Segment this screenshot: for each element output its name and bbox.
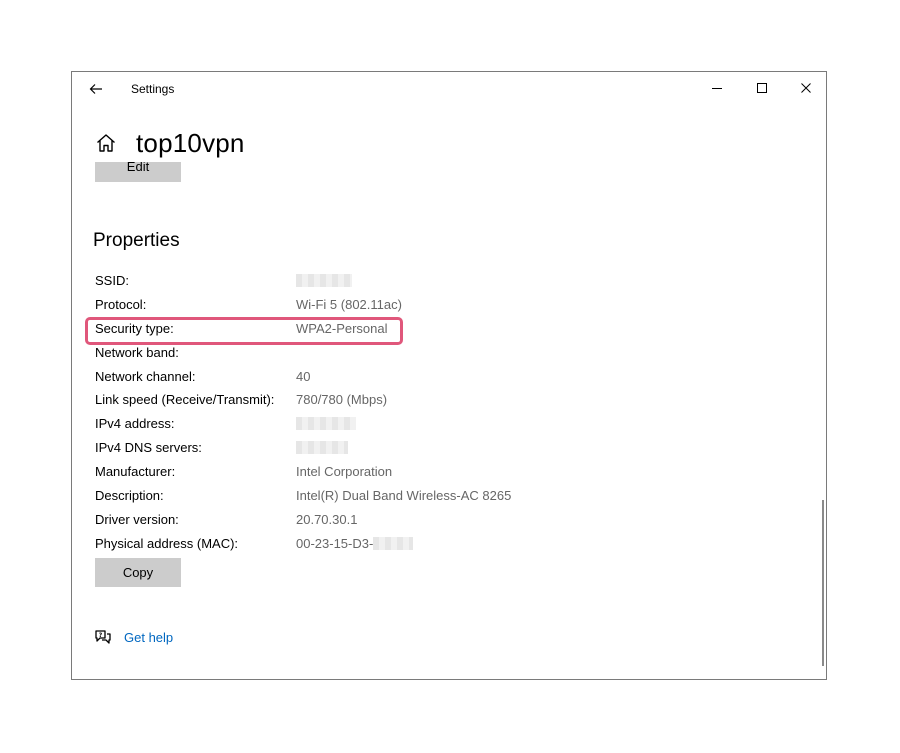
window-title: Settings	[131, 82, 175, 96]
close-icon	[801, 83, 811, 93]
property-row-mac-address: Physical address (MAC): 00-23-15-D3-	[95, 534, 595, 558]
maximize-icon	[757, 83, 767, 93]
maximize-button[interactable]	[747, 76, 777, 100]
property-value: 40	[296, 368, 311, 384]
property-label: Link speed (Receive/Transmit):	[95, 392, 275, 408]
svg-text:?: ?	[99, 632, 103, 639]
properties-heading: Properties	[93, 230, 180, 251]
property-label: IPv4 address:	[95, 416, 175, 432]
property-row-network-band: Network band:	[95, 343, 595, 367]
title-bar: Settings	[72, 72, 826, 106]
property-label: Physical address (MAC):	[95, 535, 239, 551]
property-label: Security type:	[95, 320, 174, 336]
edit-button[interactable]: Edit	[95, 162, 181, 182]
property-value: WPA2-Personal	[296, 320, 388, 336]
property-label: Protocol:	[95, 296, 147, 312]
property-row-security-type: Security type: WPA2-Personal	[95, 319, 595, 343]
property-row-network-channel: Network channel: 40	[95, 367, 595, 391]
arrow-left-icon	[89, 84, 102, 94]
property-label: Network channel:	[95, 368, 196, 384]
back-button[interactable]	[84, 78, 108, 100]
property-row-ipv4-address: IPv4 address:	[95, 414, 595, 438]
property-value-redacted	[296, 273, 352, 288]
home-icon[interactable]	[94, 131, 118, 155]
property-row-description: Description: Intel(R) Dual Band Wireless…	[95, 486, 595, 510]
property-label: Manufacturer:	[95, 464, 176, 480]
property-label: Description:	[95, 488, 164, 504]
property-value-redacted	[296, 416, 356, 431]
edit-button-label: Edit	[126, 162, 150, 174]
property-row-link-speed: Link speed (Receive/Transmit): 780/780 (…	[95, 390, 595, 414]
page-title: top10vpn	[136, 127, 245, 158]
property-value: 20.70.30.1	[296, 511, 358, 527]
get-help-link[interactable]: Get help	[124, 630, 173, 645]
property-value-redacted	[296, 440, 348, 455]
property-row-ipv4-dns: IPv4 DNS servers:	[95, 438, 595, 462]
copy-button[interactable]: Copy	[95, 558, 181, 587]
mac-redacted-suffix	[373, 536, 414, 550]
properties-list: SSID: Protocol: Wi-Fi 5 (802.11ac) Secur…	[95, 271, 595, 558]
property-value: 780/780 (Mbps)	[296, 392, 388, 408]
property-row-driver-version: Driver version: 20.70.30.1	[95, 510, 595, 534]
help-chat-icon: ?	[95, 630, 111, 644]
property-row-ssid: SSID:	[95, 271, 595, 295]
page-header: top10vpn	[94, 127, 245, 159]
property-value: Intel Corporation	[296, 464, 393, 480]
property-value-mac: 00-23-15-D3-	[296, 535, 414, 551]
vertical-scrollbar[interactable]	[822, 500, 824, 666]
minimize-icon	[712, 88, 722, 89]
property-label: Driver version:	[95, 511, 179, 527]
property-row-protocol: Protocol: Wi-Fi 5 (802.11ac)	[95, 295, 595, 319]
property-value: Wi-Fi 5 (802.11ac)	[296, 296, 402, 312]
minimize-button[interactable]	[702, 76, 732, 100]
mac-prefix: 00-23-15-D3-	[296, 535, 374, 551]
property-value: Intel(R) Dual Band Wireless-AC 8265	[296, 488, 512, 504]
get-help[interactable]: ? Get help	[94, 629, 173, 645]
property-label: SSID:	[95, 273, 129, 288]
property-label: Network band:	[95, 344, 179, 360]
property-label: IPv4 DNS servers:	[95, 440, 202, 456]
close-button[interactable]	[791, 76, 821, 100]
property-row-manufacturer: Manufacturer: Intel Corporation	[95, 462, 595, 486]
settings-window: Settings top10vpn Edit Properties SSID: …	[71, 71, 827, 680]
